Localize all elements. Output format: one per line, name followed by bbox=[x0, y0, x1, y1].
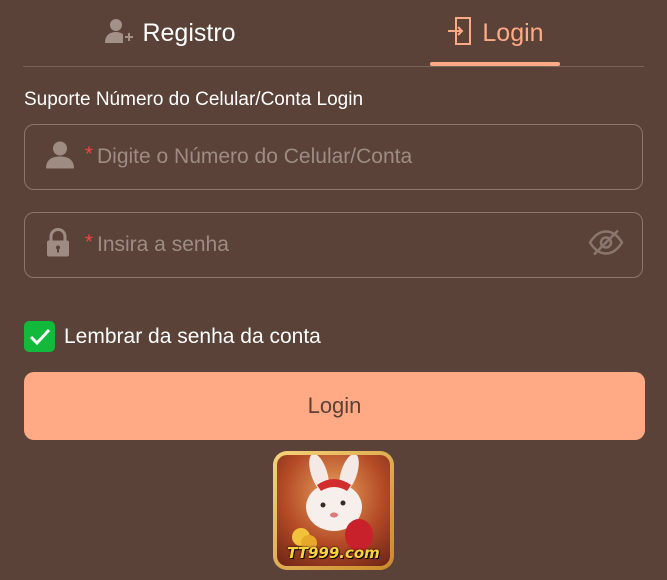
account-input[interactable] bbox=[97, 125, 587, 189]
support-label: Suporte Número do Celular/Conta Login bbox=[24, 89, 364, 110]
tab-registro-label: Registro bbox=[142, 18, 236, 47]
rabbit-mascot-image: TT999.com bbox=[277, 455, 390, 566]
auth-tabs: Registro Login bbox=[0, 0, 667, 66]
login-door-icon bbox=[446, 16, 474, 51]
check-icon bbox=[29, 328, 50, 345]
password-input[interactable] bbox=[97, 213, 587, 277]
required-mark: * bbox=[85, 231, 93, 254]
tab-login[interactable]: Login bbox=[380, 0, 610, 66]
user-add-icon bbox=[104, 17, 134, 50]
remember-label[interactable]: Lembrar da senha da conta bbox=[64, 325, 321, 349]
tab-registro[interactable]: Registro bbox=[50, 0, 290, 66]
logo-text: TT999.com bbox=[287, 544, 380, 562]
required-mark: * bbox=[85, 143, 93, 166]
remember-password: Lembrar da senha da conta bbox=[24, 321, 321, 352]
tab-login-label: Login bbox=[482, 18, 544, 47]
divider bbox=[23, 66, 644, 67]
app-logo: TT999.com bbox=[273, 451, 394, 570]
eye-slash-icon[interactable] bbox=[588, 228, 624, 263]
lock-icon bbox=[45, 228, 71, 263]
login-button-label: Login bbox=[307, 393, 362, 418]
remember-checkbox[interactable] bbox=[24, 321, 55, 352]
login-button[interactable]: Login bbox=[24, 372, 645, 440]
user-icon bbox=[45, 140, 75, 175]
account-field[interactable]: * bbox=[24, 124, 643, 190]
password-field[interactable]: * bbox=[24, 212, 643, 278]
